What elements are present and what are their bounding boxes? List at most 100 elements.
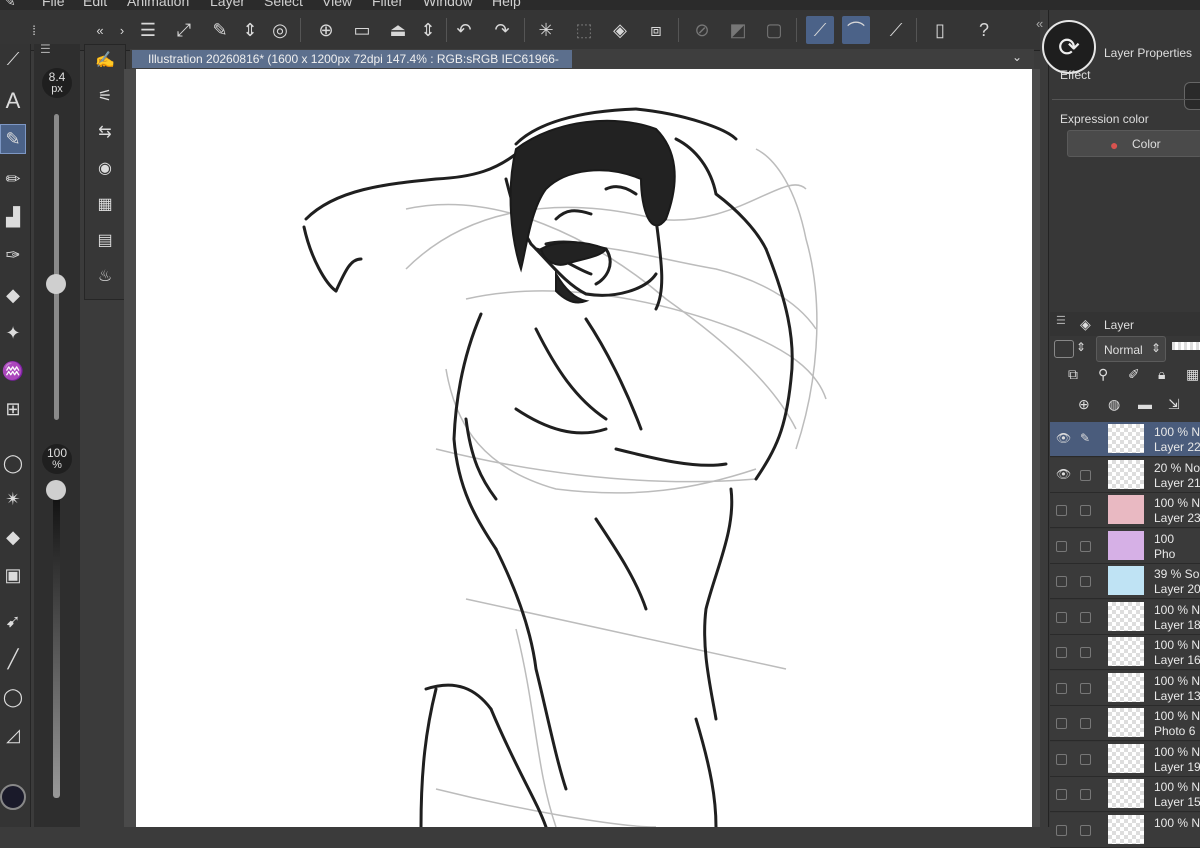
- visibility-toggle[interactable]: [1056, 753, 1067, 765]
- menu-view[interactable]: View: [322, 0, 352, 9]
- grid-tool-icon[interactable]: ⊞: [0, 394, 26, 424]
- edge-keyboard-icon[interactable]: ⟳: [1042, 20, 1096, 74]
- visibility-toggle[interactable]: [1056, 824, 1067, 836]
- save-icon[interactable]: ⏏: [384, 16, 412, 44]
- visibility-toggle[interactable]: [1056, 682, 1067, 694]
- layer-row[interactable]: 👁︎ ✎ 100 % N Layer 22: [1050, 422, 1200, 457]
- crop-icon[interactable]: ▢: [760, 16, 788, 44]
- transfer-layer-icon[interactable]: ⇲: [1168, 396, 1180, 413]
- color-button[interactable]: ● Color: [1067, 130, 1200, 157]
- layer-row[interactable]: 100 % N Layer 13: [1050, 670, 1200, 706]
- new-raster-layer-icon[interactable]: ⊕: [1078, 396, 1090, 413]
- undo-icon[interactable]: ↶: [450, 16, 478, 44]
- opacity-slider[interactable]: [53, 494, 60, 798]
- brush-icon[interactable]: ⟋: [0, 44, 26, 74]
- effect-button[interactable]: [1184, 82, 1200, 110]
- gradient-tool-icon[interactable]: ▣: [0, 560, 26, 590]
- blend-mode-select[interactable]: Normal ⇕: [1096, 336, 1166, 362]
- edit-toggle[interactable]: [1080, 753, 1091, 765]
- visibility-toggle[interactable]: [1056, 647, 1067, 658]
- deselect-icon[interactable]: ⊘: [688, 16, 716, 44]
- line-tool-icon[interactable]: ╱: [0, 644, 26, 674]
- main-color-swatch[interactable]: [0, 784, 26, 810]
- edit-image-icon[interactable]: ✎: [206, 16, 234, 44]
- new-vector-layer-icon[interactable]: ◍: [1108, 396, 1120, 413]
- opacity-handle[interactable]: [46, 480, 66, 500]
- open-folder-icon[interactable]: ▭: [348, 16, 376, 44]
- brush-size-handle[interactable]: [46, 274, 66, 294]
- transform-icon[interactable]: ⧈: [642, 16, 670, 44]
- menu-icon[interactable]: ☰: [134, 16, 162, 44]
- cloud-sync-icon[interactable]: ◎: [266, 16, 294, 44]
- app-icon[interactable]: ✎: [4, 0, 16, 10]
- lasso-tool-icon[interactable]: ◯: [0, 448, 26, 478]
- menu-file[interactable]: File: [42, 0, 65, 9]
- sub-tool-brush-icon[interactable]: ✍: [92, 47, 118, 73]
- layer-row[interactable]: 100 % N: [1050, 812, 1200, 848]
- menu-edit[interactable]: Edit: [83, 0, 107, 9]
- visibility-toggle[interactable]: [1056, 505, 1067, 516]
- new-folder-icon[interactable]: ▬: [1138, 396, 1152, 412]
- layer-row[interactable]: 100 Pho: [1050, 528, 1200, 564]
- eye-icon[interactable]: 👁︎: [1056, 467, 1071, 481]
- edit-toggle[interactable]: [1080, 469, 1091, 481]
- visibility-toggle[interactable]: [1056, 576, 1067, 587]
- lock-transparency-icon[interactable]: ▦: [1186, 366, 1199, 383]
- collapse-right-icon[interactable]: «: [1036, 16, 1043, 31]
- draft-layer-icon[interactable]: ✐: [1128, 366, 1140, 383]
- edit-toggle[interactable]: [1080, 682, 1091, 694]
- magic-wand-icon[interactable]: ✴: [0, 484, 26, 514]
- edit-toggle[interactable]: [1080, 611, 1091, 623]
- snap-grid-icon[interactable]: ⟋: [882, 16, 910, 44]
- opacity-bar[interactable]: [1172, 342, 1200, 350]
- eye-icon[interactable]: 👁︎: [1056, 431, 1071, 445]
- clear-icon[interactable]: ⬚: [570, 16, 598, 44]
- visibility-toggle[interactable]: [1056, 611, 1067, 623]
- menu-animation[interactable]: Animation: [127, 0, 189, 9]
- drawing-canvas[interactable]: [136, 69, 1032, 827]
- snap-special-ruler-icon[interactable]: ⌒: [842, 16, 870, 44]
- pen-edit-icon[interactable]: ✎: [1080, 431, 1094, 445]
- layer-row[interactable]: 100 % N Layer 16: [1050, 635, 1200, 670]
- visibility-toggle[interactable]: [1056, 540, 1067, 552]
- blend-tool-icon[interactable]: ♒: [0, 356, 26, 386]
- snap-ruler-icon[interactable]: ⟋: [806, 16, 834, 44]
- operation-tool-icon[interactable]: ➹: [0, 606, 26, 636]
- visibility-toggle[interactable]: [1056, 789, 1067, 800]
- pen-tool-icon[interactable]: ✎: [0, 124, 26, 154]
- chevron-down-icon[interactable]: ⌄: [1012, 50, 1022, 64]
- layer-row[interactable]: 100 % N Layer 19: [1050, 741, 1200, 777]
- edit-toggle[interactable]: [1080, 647, 1091, 658]
- layer-color-toggle[interactable]: [1054, 340, 1074, 358]
- panel-menu-icon[interactable]: ☰: [1056, 314, 1066, 327]
- invert-selection-icon[interactable]: ◩: [724, 16, 752, 44]
- ellipse-tool-icon[interactable]: ◯: [0, 682, 26, 712]
- companion-mode-icon[interactable]: ▯: [926, 16, 954, 44]
- menu-filter[interactable]: Filter: [372, 0, 403, 9]
- reference-layer-icon[interactable]: ⚲: [1098, 366, 1108, 383]
- edit-toggle[interactable]: [1080, 576, 1091, 587]
- redo-icon[interactable]: ↷: [488, 16, 516, 44]
- canvas-size-icon[interactable]: ⤢: [170, 16, 198, 44]
- new-file-icon[interactable]: ⊕: [312, 16, 340, 44]
- edit-toggle[interactable]: [1080, 789, 1091, 800]
- pencil-tool-icon[interactable]: ✏: [0, 164, 26, 194]
- expand-icon[interactable]: ›: [108, 16, 136, 44]
- save-stepper-icon[interactable]: ⇕: [414, 16, 442, 44]
- animation-icon[interactable]: ▤: [92, 227, 118, 253]
- color-wheel-icon[interactable]: ◉: [92, 155, 118, 181]
- navigator-icon[interactable]: ⇆: [92, 119, 118, 145]
- stepper-icon[interactable]: ⇕: [236, 16, 264, 44]
- edit-toggle[interactable]: [1080, 540, 1091, 552]
- fill-icon[interactable]: ◈: [606, 16, 634, 44]
- stepper-icon[interactable]: ⇕: [1076, 340, 1086, 354]
- layer-row[interactable]: 👁︎ 20 % No Layer 21: [1050, 457, 1200, 493]
- ruler-tool-icon[interactable]: ◿: [0, 720, 26, 750]
- fill-tool-icon[interactable]: ◆: [0, 522, 26, 552]
- menu-select[interactable]: Select: [264, 0, 303, 9]
- grip-icon[interactable]: ⁞: [20, 16, 48, 44]
- sparkle-tool-icon[interactable]: ✦: [0, 318, 26, 348]
- menu-layer[interactable]: Layer: [210, 0, 245, 9]
- decoration-tool-icon[interactable]: ✑: [0, 240, 26, 270]
- brush-size-slider[interactable]: [54, 114, 59, 420]
